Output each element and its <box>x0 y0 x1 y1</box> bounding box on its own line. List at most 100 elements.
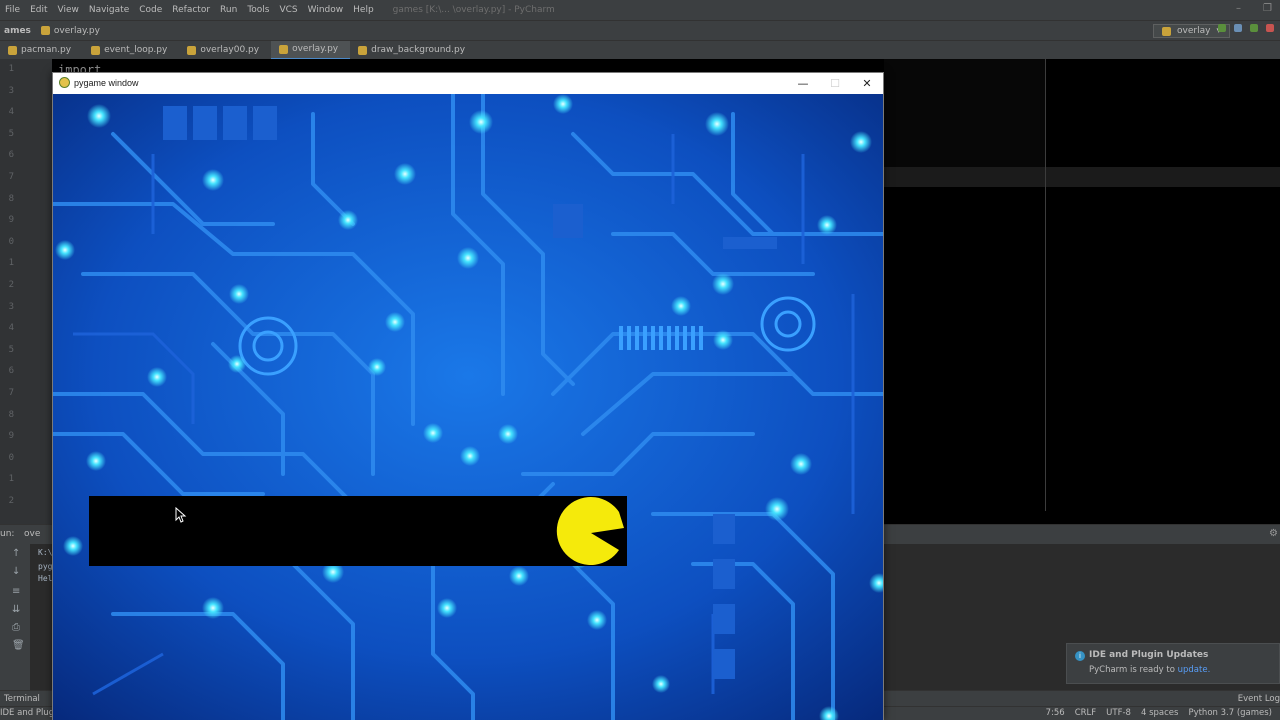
menu-vcs[interactable]: VCS <box>274 5 302 15</box>
tab-draw-background[interactable]: draw_background.py <box>350 41 477 60</box>
line-number: 0 <box>8 236 14 247</box>
terminal-tab[interactable]: Terminal <box>4 694 40 704</box>
pygame-window: pygame window — ☐ ✕ <box>52 72 884 720</box>
line-number: 2 <box>8 280 14 290</box>
run-tool-strip: ↑ ↓ ≡ ⇊ ⎙ 🗑 <box>0 544 30 690</box>
line-number: 0 <box>8 452 14 463</box>
line-number: 6 <box>8 150 14 161</box>
python-file-icon <box>279 44 289 54</box>
line-number: 9 <box>8 215 14 226</box>
run-toolbar <box>1218 24 1274 32</box>
line-number: 2 <box>8 496 14 506</box>
line-separator[interactable]: CRLF <box>1075 708 1096 718</box>
menu-run[interactable]: Run <box>215 5 242 15</box>
python-file-icon <box>1162 26 1172 36</box>
run-tab[interactable]: ove <box>24 529 40 539</box>
circuit-board-background <box>53 94 883 720</box>
line-number: 6 <box>8 366 14 377</box>
file-encoding[interactable]: UTF-8 <box>1106 708 1131 718</box>
info-icon: i <box>1075 651 1085 661</box>
update-link[interactable]: update. <box>1178 665 1211 675</box>
line-number-gutter: 1 3 4 5 6 7 8 9 0 1 2 3 4 5 6 7 8 9 0 1 2 <box>0 59 52 524</box>
menu-file[interactable]: File <box>0 5 25 15</box>
run-icon[interactable] <box>1218 24 1226 32</box>
python-interpreter[interactable]: Python 3.7 (games) <box>1188 708 1272 718</box>
menu-view[interactable]: View <box>53 5 84 15</box>
editor-tabs: pacman.py event_loop.py overlay00.py ove… <box>0 40 1280 60</box>
tab-overlay00[interactable]: overlay00.py <box>179 41 271 60</box>
coverage-icon[interactable] <box>1250 24 1258 32</box>
menu-code[interactable]: Code <box>134 5 167 15</box>
console-line: Hel <box>38 574 53 583</box>
editor-right-margin <box>1045 59 1046 511</box>
pygame-window-controls: — ☐ ✕ <box>787 73 883 94</box>
notification-text: PyCharm is ready to <box>1089 665 1175 675</box>
trash-icon[interactable]: 🗑 <box>12 640 25 651</box>
tab-pacman[interactable]: pacman.py <box>0 41 83 60</box>
tab-label: overlay.py <box>292 44 339 54</box>
breadcrumb-project[interactable]: ames <box>0 26 35 36</box>
caret-position[interactable]: 7:56 <box>1046 708 1065 718</box>
menu-window[interactable]: Window <box>303 5 349 15</box>
overlay-black-bar <box>89 496 627 566</box>
print-icon[interactable]: ⎙ <box>12 622 20 633</box>
tab-label: pacman.py <box>21 45 72 55</box>
line-number: 4 <box>8 323 14 334</box>
tab-overlay[interactable]: overlay.py <box>271 40 351 60</box>
arrow-up-icon[interactable]: ↑ <box>12 548 20 559</box>
debug-icon[interactable] <box>1234 24 1242 32</box>
tab-label: event_loop.py <box>104 45 168 55</box>
navigation-bar: ames overlay.py overlay ▾ <box>0 20 1280 40</box>
menu-tools[interactable]: Tools <box>242 5 274 15</box>
notification-title: IDE and Plugin Updates <box>1089 650 1209 660</box>
line-number: 3 <box>8 85 14 96</box>
pygame-titlebar[interactable]: pygame window — ☐ ✕ <box>53 73 883 94</box>
pacman-sprite <box>556 497 624 565</box>
menu-help[interactable]: Help <box>348 5 379 15</box>
pacman-icon <box>556 497 624 565</box>
console-line: pyg <box>38 562 53 571</box>
indent-setting[interactable]: 4 spaces <box>1141 708 1178 718</box>
run-configuration-label: overlay <box>1177 26 1211 36</box>
update-notification[interactable]: i IDE and Plugin Updates PyCharm is read… <box>1066 643 1280 684</box>
status-items: 7:56 CRLF UTF-8 4 spaces Python 3.7 (gam… <box>1046 708 1272 718</box>
python-file-icon <box>358 45 368 55</box>
menu-navigate[interactable]: Navigate <box>84 5 134 15</box>
python-file-icon <box>187 45 197 55</box>
notification-message: PyCharm is ready to update. <box>1089 665 1210 675</box>
gear-icon[interactable]: ⚙ <box>1269 528 1278 539</box>
editor-highlight <box>884 59 1045 168</box>
menu-refactor[interactable]: Refactor <box>167 5 215 15</box>
tab-label: draw_background.py <box>371 45 466 55</box>
line-number: 8 <box>8 193 14 204</box>
line-number: 7 <box>8 172 14 182</box>
line-number: 5 <box>8 344 14 355</box>
close-icon[interactable]: ✕ <box>851 73 883 94</box>
line-number: 1 <box>8 64 14 74</box>
line-number: 1 <box>8 474 14 485</box>
restore-icon[interactable]: ❐ <box>1263 3 1272 14</box>
mouse-pointer-icon <box>175 507 187 523</box>
line-number: 9 <box>8 431 14 442</box>
python-file-icon <box>40 26 50 35</box>
scroll-end-icon[interactable]: ⇊ <box>12 604 20 615</box>
event-log-tab[interactable]: Event Log <box>1238 694 1280 704</box>
run-tool-label: un: <box>0 529 15 539</box>
minimize-icon[interactable]: — <box>787 73 819 94</box>
line-number: 5 <box>8 128 14 139</box>
line-number: 7 <box>8 388 14 398</box>
line-number: 8 <box>8 409 14 420</box>
menu-edit[interactable]: Edit <box>25 5 52 15</box>
line-number: 1 <box>8 258 14 269</box>
minimize-icon[interactable]: – <box>1236 3 1241 14</box>
stop-icon[interactable] <box>1266 24 1274 32</box>
menu-bar: File Edit View Navigate Code Refactor Ru… <box>0 0 1280 20</box>
pygame-window-title: pygame window <box>74 78 139 88</box>
arrow-down-icon[interactable]: ↓ <box>12 566 20 577</box>
python-file-icon <box>8 45 17 55</box>
game-canvas[interactable] <box>53 94 883 720</box>
breadcrumb-file[interactable]: overlay.py <box>50 26 104 36</box>
ide-window-title: games [K:\... \overlay.py] - PyCharm <box>392 5 555 15</box>
tab-event-loop[interactable]: event_loop.py <box>83 41 179 60</box>
soft-wrap-icon[interactable]: ≡ <box>12 586 20 597</box>
